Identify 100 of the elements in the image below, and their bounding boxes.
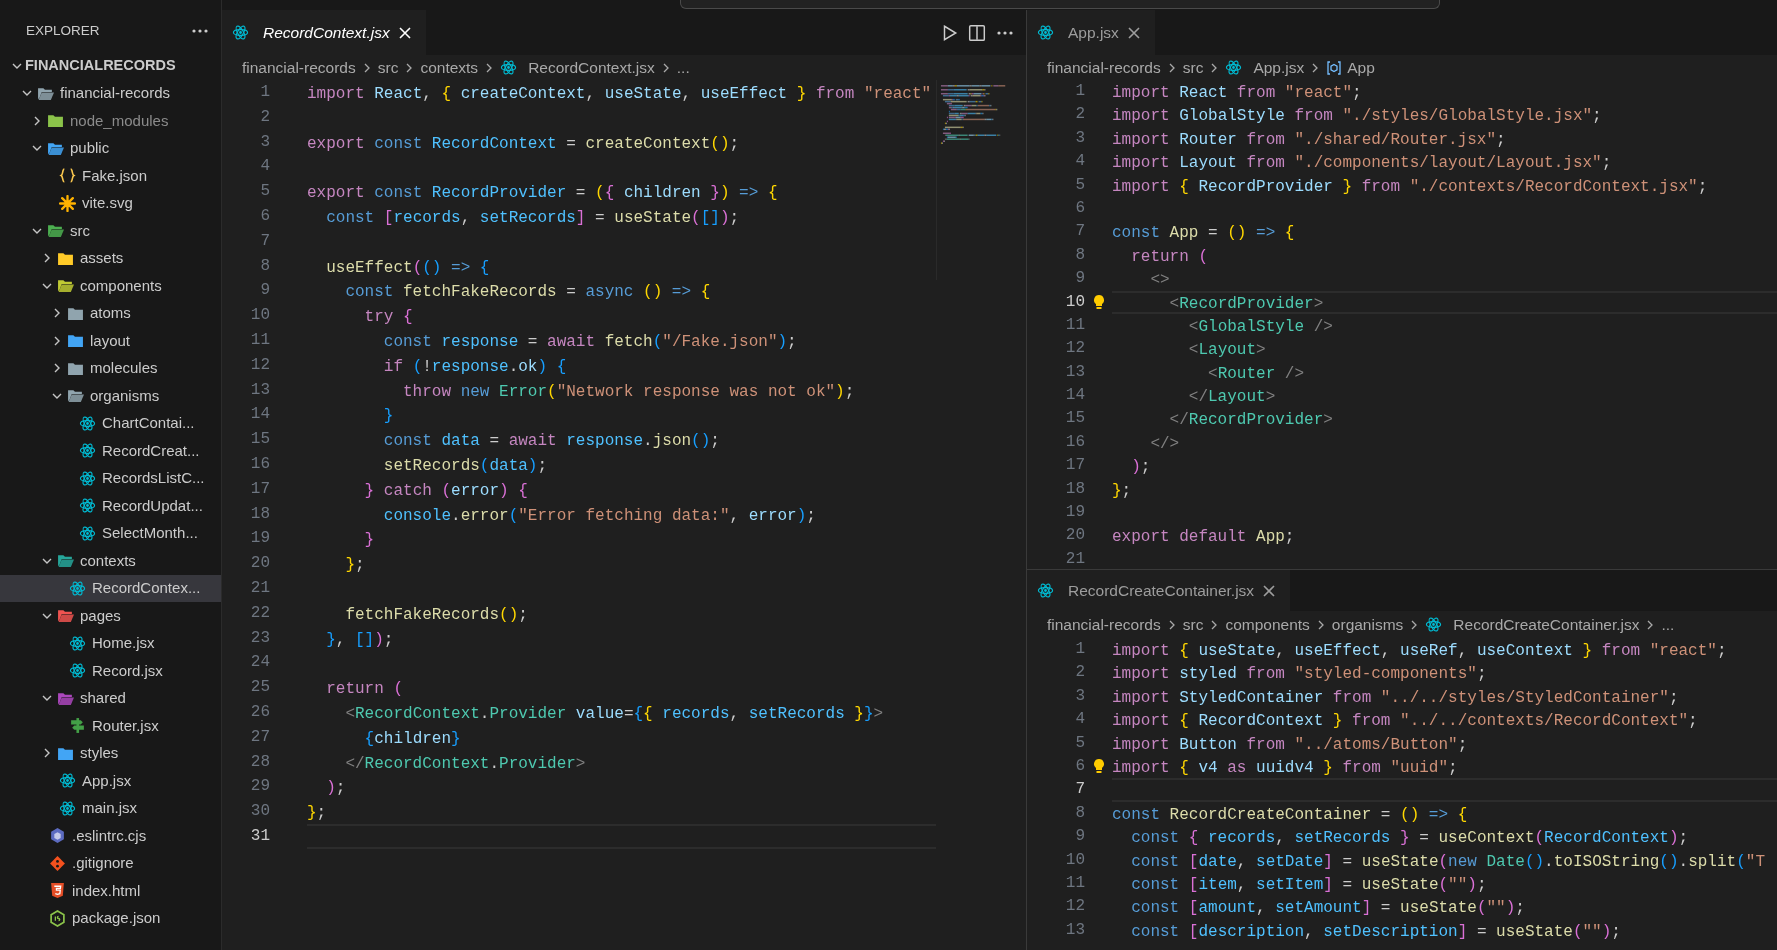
tree-item[interactable]: .gitignore bbox=[0, 849, 221, 877]
code-line: const App = () => { bbox=[1112, 224, 1295, 243]
line-number: 14 bbox=[1064, 385, 1085, 407]
tree-item[interactable]: assets bbox=[0, 244, 221, 272]
section-header[interactable]: FINANCIALRECORDS bbox=[0, 52, 221, 80]
tree-item[interactable]: contexts bbox=[0, 547, 221, 575]
tree-item[interactable]: financial-records bbox=[0, 79, 221, 107]
tree-item[interactable]: components bbox=[0, 272, 221, 300]
breadcrumb-item[interactable]: src bbox=[377, 55, 399, 80]
breadcrumb-item[interactable]: src bbox=[1182, 612, 1204, 637]
atom-icon bbox=[59, 799, 76, 817]
lightbulb-icon[interactable] bbox=[1091, 293, 1107, 311]
breadcrumb-item[interactable]: organisms bbox=[1331, 612, 1404, 637]
tree-item[interactable]: main.jsx bbox=[0, 794, 221, 822]
code-line: import Layout from "./components/layout/Layout.jsx"; bbox=[1112, 154, 1612, 173]
line-number: 15 bbox=[1064, 408, 1085, 430]
tree-item[interactable]: Fake.json bbox=[0, 162, 221, 190]
line-number: 11 bbox=[1064, 872, 1085, 894]
tree-item[interactable]: molecules bbox=[0, 354, 221, 382]
tree-item[interactable]: RecordCreat... bbox=[0, 437, 221, 465]
breadcrumb-item[interactable]: RecordContext.jsx bbox=[500, 55, 655, 80]
editor-tab[interactable]: App.jsx bbox=[1027, 10, 1155, 55]
line-number: 9 bbox=[259, 280, 270, 302]
tree-item[interactable]: RecordUpdat... bbox=[0, 492, 221, 520]
atom-icon bbox=[232, 24, 249, 41]
code-line: const response = await fetch("/Fake.json"); bbox=[382, 332, 797, 351]
code-line: <Layout> bbox=[1187, 341, 1266, 360]
line-number: 28 bbox=[249, 751, 270, 773]
tree-item[interactable]: Record.jsx bbox=[0, 657, 221, 685]
code-line: const [records, setRecords] = useState([]); bbox=[325, 209, 740, 227]
code-line: if (!response.ok) { bbox=[382, 357, 567, 376]
tree-item[interactable]: RecordsListC... bbox=[0, 464, 221, 492]
tree-item[interactable]: package.json bbox=[0, 904, 221, 932]
code-line: import Button from "../atoms/Button"; bbox=[1112, 735, 1468, 754]
code-line: </> bbox=[1149, 434, 1180, 453]
hexagon-icon bbox=[49, 827, 66, 845]
editor-tab[interactable]: RecordContext.jsx bbox=[222, 10, 426, 55]
breadcrumb-item[interactable]: financial-records bbox=[1047, 55, 1161, 80]
line-number: 2 bbox=[259, 106, 270, 128]
line-number: 27 bbox=[249, 726, 270, 748]
breadcrumb-item[interactable]: components bbox=[1225, 612, 1310, 637]
lightbulb-icon[interactable] bbox=[1091, 757, 1107, 775]
tree-item[interactable]: Home.jsx bbox=[0, 629, 221, 657]
line-number: 10 bbox=[249, 305, 270, 327]
breadcrumb-item[interactable]: financial-records bbox=[1047, 612, 1161, 637]
split-editor-icon[interactable] bbox=[968, 23, 986, 42]
breadcrumb-item[interactable]: financial-records bbox=[242, 55, 356, 80]
breadcrumb-item[interactable]: ... bbox=[676, 55, 690, 80]
close-icon[interactable] bbox=[1262, 583, 1277, 598]
line-number: 3 bbox=[1074, 127, 1085, 149]
tree-item[interactable]: atoms bbox=[0, 299, 221, 327]
line-number: 5 bbox=[1074, 732, 1085, 754]
tree-item[interactable]: App.jsx bbox=[0, 767, 221, 795]
line-number: 24 bbox=[249, 652, 270, 674]
tree-item[interactable]: RecordContex... bbox=[0, 574, 221, 602]
tree-item[interactable]: src bbox=[0, 217, 221, 245]
close-icon[interactable] bbox=[397, 25, 412, 40]
line-number: 10 bbox=[1064, 849, 1085, 871]
tree-item[interactable]: SelectMonth... bbox=[0, 519, 221, 547]
close-icon[interactable] bbox=[1126, 25, 1141, 40]
tree-item[interactable]: styles bbox=[0, 739, 221, 767]
breadcrumb-item[interactable]: App bbox=[1326, 55, 1375, 80]
tree-item[interactable]: index.html bbox=[0, 877, 221, 905]
folder-icon bbox=[67, 332, 84, 350]
breadcrumb-item[interactable]: ... bbox=[1661, 612, 1675, 637]
tree-item[interactable]: organisms bbox=[0, 382, 221, 410]
code-line: <> bbox=[1149, 271, 1170, 290]
more-icon[interactable] bbox=[996, 29, 1014, 36]
tree-item[interactable]: ChartContai... bbox=[0, 409, 221, 437]
atom-icon bbox=[79, 442, 96, 460]
editor-tab[interactable]: RecordCreateContainer.jsx bbox=[1027, 570, 1291, 611]
tree-item[interactable]: .eslintrc.cjs bbox=[0, 822, 221, 850]
code-line: fetchFakeRecords(); bbox=[344, 605, 528, 624]
tree-item[interactable]: vite.svg bbox=[0, 189, 221, 217]
atom-icon bbox=[500, 59, 518, 76]
code-line: import GlobalStyle from "./styles/GlobalStyle.jsx"; bbox=[1112, 107, 1602, 126]
breadcrumb-item[interactable]: RecordCreateContainer.jsx bbox=[1425, 612, 1640, 637]
breadcrumb-item[interactable]: contexts bbox=[420, 55, 479, 80]
tree-item[interactable]: shared bbox=[0, 684, 221, 712]
line-number: 30 bbox=[249, 801, 270, 823]
atom-icon bbox=[79, 497, 96, 515]
line-number: 11 bbox=[249, 329, 270, 351]
tree-item[interactable]: layout bbox=[0, 327, 221, 355]
line-number: 14 bbox=[249, 404, 270, 426]
tree-item[interactable]: Router.jsx bbox=[0, 712, 221, 740]
more-icon[interactable] bbox=[191, 28, 209, 34]
code-line: import { useState, useEffect, useRef, useContext } from "react"; bbox=[1112, 642, 1727, 660]
folder-icon bbox=[67, 387, 84, 405]
breadcrumb-item[interactable]: src bbox=[1182, 55, 1204, 80]
code-line: ); bbox=[1130, 458, 1151, 477]
tree-item[interactable]: pages bbox=[0, 602, 221, 630]
line-number: 20 bbox=[1064, 525, 1085, 547]
line-number: 13 bbox=[249, 379, 270, 401]
line-number: 3 bbox=[259, 131, 270, 153]
tree-item[interactable]: public bbox=[0, 134, 221, 162]
code-line: throw new Error("Network response was not ok"); bbox=[402, 382, 855, 401]
breadcrumb-item[interactable]: App.jsx bbox=[1225, 55, 1305, 80]
tree-item[interactable]: node_modules bbox=[0, 107, 221, 135]
code-line: } bbox=[382, 407, 394, 426]
atom-icon bbox=[69, 579, 86, 597]
